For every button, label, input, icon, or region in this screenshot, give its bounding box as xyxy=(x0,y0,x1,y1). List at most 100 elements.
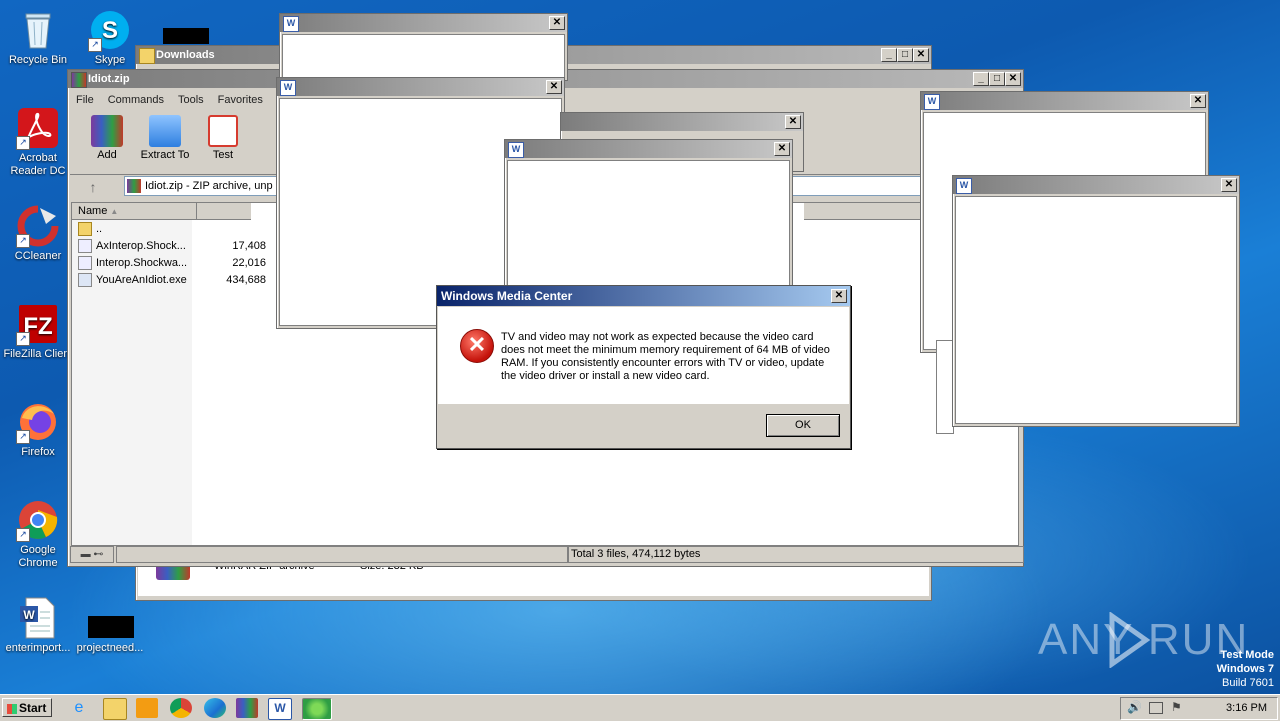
volume-icon[interactable]: 🔊 xyxy=(1127,700,1142,714)
blank-popup-window[interactable]: W ✕ xyxy=(504,139,793,301)
desktop-icon-acrobat[interactable]: ↗ Acrobat Reader DC xyxy=(0,106,76,178)
add-archive-icon xyxy=(91,115,123,147)
watermark-line2: Windows 7 xyxy=(1216,663,1274,675)
clock[interactable]: 3:16 PM xyxy=(1226,702,1267,714)
dialog-title-bar[interactable]: Windows Media Center xyxy=(437,286,850,306)
maximize-button[interactable]: □ xyxy=(989,72,1005,86)
minimize-button[interactable]: _ xyxy=(881,48,897,62)
popup-body xyxy=(507,160,790,298)
media-player-icon[interactable] xyxy=(136,698,158,718)
minimize-button[interactable]: _ xyxy=(973,72,989,86)
desktop-icon-label: Recycle Bin xyxy=(8,54,68,66)
close-button[interactable]: ✕ xyxy=(1005,72,1021,86)
chrome-taskbar-icon[interactable] xyxy=(170,698,192,718)
edge-icon[interactable] xyxy=(204,698,226,718)
column-header-size[interactable] xyxy=(197,203,251,220)
shortcut-arrow-icon: ↗ xyxy=(16,332,30,346)
skype-icon: S ↗ xyxy=(88,8,132,52)
table-row[interactable]: AxInterop.Shock... xyxy=(72,238,186,255)
taskbar: Start e W 🔊 ⚑ 3:16 PM xyxy=(0,694,1280,721)
menu-file[interactable]: File xyxy=(76,94,94,106)
filezilla-icon: FZ ↗ xyxy=(16,302,60,346)
explorer-icon[interactable] xyxy=(103,698,127,720)
add-label: Add xyxy=(97,149,117,161)
network-icon[interactable] xyxy=(1149,702,1163,714)
svg-text:S: S xyxy=(102,17,118,44)
popup-title-bar[interactable]: W ✕ xyxy=(277,78,564,96)
close-button[interactable]: ✕ xyxy=(1221,178,1237,192)
popup-title-bar[interactable]: ✕ xyxy=(561,113,803,131)
desktop-icon-label: Firefox xyxy=(21,446,55,458)
blank-popup-window[interactable]: W ✕ xyxy=(279,13,568,81)
winrar-taskbar-icon[interactable] xyxy=(236,698,258,718)
shortcut-arrow-icon: ↗ xyxy=(16,234,30,248)
desktop-icon-chrome[interactable]: ↗ Google Chrome xyxy=(0,498,76,570)
close-button[interactable]: ✕ xyxy=(785,115,801,129)
desktop-icon-label: Acrobat Reader DC xyxy=(10,152,66,177)
file-size: 22,016 xyxy=(232,257,266,269)
word-icon: W xyxy=(508,142,524,158)
start-label: Start xyxy=(19,701,47,715)
error-dialog[interactable]: Windows Media Center ✕ ✕ TV and video ma… xyxy=(436,285,851,449)
dll-file-icon xyxy=(78,256,92,271)
winrar-icon xyxy=(71,72,87,88)
dialog-close-button[interactable]: ✕ xyxy=(831,289,847,303)
ie-icon[interactable]: e xyxy=(68,698,90,718)
desktop-redacted-block xyxy=(163,28,209,44)
shortcut-arrow-icon: ↗ xyxy=(16,528,30,542)
maximize-button[interactable]: □ xyxy=(897,48,913,62)
close-button[interactable]: ✕ xyxy=(913,48,929,62)
add-button[interactable]: Add xyxy=(80,115,134,161)
firefox-icon: ↗ xyxy=(16,400,60,444)
popup-title-bar[interactable]: W ✕ xyxy=(921,92,1208,110)
desktop-icon-firefox[interactable]: ↗ Firefox xyxy=(0,400,76,459)
redacted-file-icon xyxy=(88,596,134,640)
desktop-icon-label: enterimport... xyxy=(5,642,71,654)
table-row[interactable]: .. xyxy=(72,221,102,238)
up-folder-button[interactable]: ↑ xyxy=(82,177,104,197)
zip-icon xyxy=(127,179,141,194)
word-taskbar-icon[interactable]: W xyxy=(268,698,292,720)
menu-tools[interactable]: Tools xyxy=(178,94,204,106)
dialog-message-area: ✕ TV and video may not work as expected … xyxy=(438,307,849,404)
dialog-message: TV and video may not work as expected be… xyxy=(501,331,830,382)
start-button[interactable]: Start xyxy=(2,698,52,717)
close-button[interactable]: ✕ xyxy=(1190,94,1206,108)
extract-folder-icon xyxy=(149,115,181,147)
drive-status-icon: ▬ ⊷ xyxy=(70,546,114,563)
close-button[interactable]: ✕ xyxy=(774,142,790,156)
blank-popup-window[interactable]: W ✕ xyxy=(952,175,1240,427)
desktop-icon-word-document[interactable]: W enterimport... xyxy=(0,596,76,655)
desktop-icon-project[interactable]: projectneed... xyxy=(72,596,148,655)
popup-body xyxy=(282,34,565,78)
desktop-icon-recycle-bin[interactable]: Recycle Bin xyxy=(0,8,76,67)
menu-commands[interactable]: Commands xyxy=(108,94,164,106)
table-row[interactable]: Interop.Shockwa... xyxy=(72,255,187,272)
menu-favorites[interactable]: Favorites xyxy=(218,94,263,106)
menu-bar: FileCommandsToolsFavoritesOp xyxy=(76,92,306,108)
extract-to-button[interactable]: Extract To xyxy=(138,115,192,161)
close-button[interactable]: ✕ xyxy=(549,16,565,30)
close-button[interactable]: ✕ xyxy=(546,80,562,94)
desktop-icon-ccleaner[interactable]: ↗ CCleaner xyxy=(0,204,76,263)
action-center-flag-icon[interactable]: ⚑ xyxy=(1171,700,1182,714)
desktop-icon-filezilla[interactable]: FZ ↗ FileZilla Client xyxy=(0,302,76,361)
popup-title-bar[interactable]: W ✕ xyxy=(505,140,792,158)
column-header-name[interactable]: Name ▲ xyxy=(72,203,197,220)
test-checklist-icon xyxy=(208,115,238,147)
popup-title-bar[interactable]: W ✕ xyxy=(280,14,567,32)
watermark-line1: Test Mode xyxy=(1220,649,1274,661)
desktop-icon-label: FileZilla Client xyxy=(3,348,73,360)
sort-arrow-icon: ▲ xyxy=(110,207,119,216)
media-center-taskbar-icon[interactable] xyxy=(302,698,332,720)
desktop-icon-label: Google Chrome xyxy=(18,544,58,569)
test-button[interactable]: Test xyxy=(196,115,250,161)
exe-file-icon xyxy=(78,273,92,288)
dialog-title: Windows Media Center xyxy=(441,289,573,303)
ok-button[interactable]: OK xyxy=(766,414,840,437)
table-row[interactable]: YouAreAnIdiot.exe xyxy=(72,272,187,289)
extract-to-label: Extract To xyxy=(140,149,190,161)
svg-text:W: W xyxy=(23,608,35,622)
ccleaner-icon: ↗ xyxy=(16,204,60,248)
popup-title-bar[interactable]: W ✕ xyxy=(953,176,1239,194)
